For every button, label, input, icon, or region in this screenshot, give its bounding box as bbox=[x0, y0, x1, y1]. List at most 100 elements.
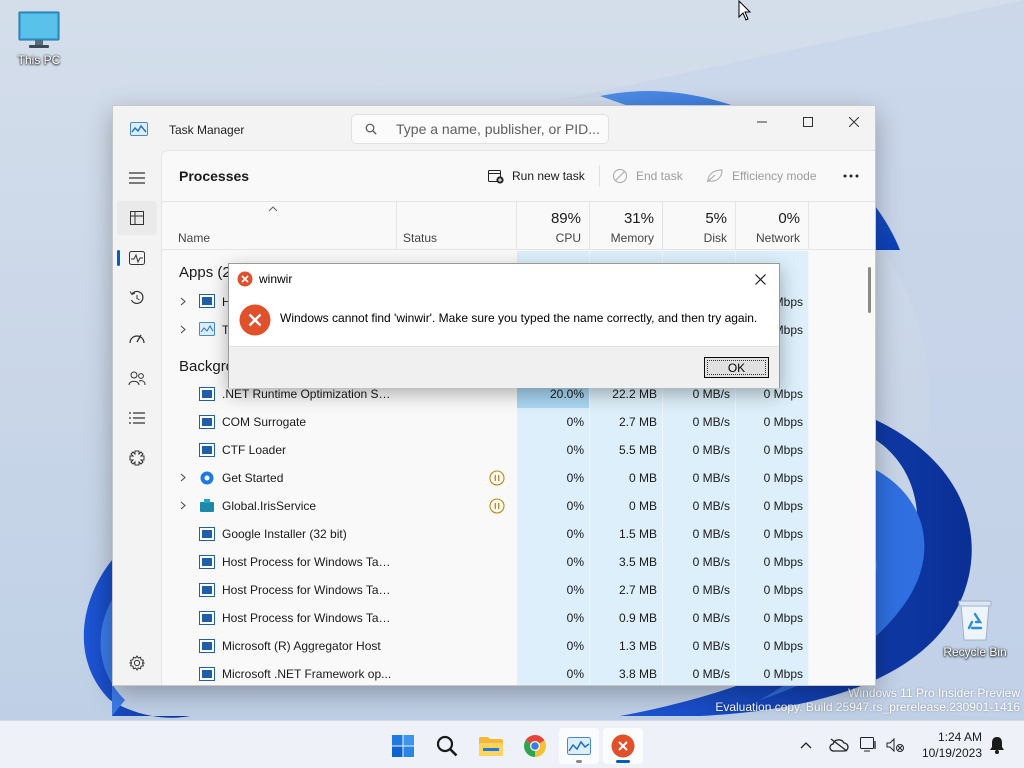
column-network-label: Network bbox=[755, 231, 800, 245]
settings-icon bbox=[129, 655, 145, 671]
onedrive-tray[interactable] bbox=[827, 733, 851, 757]
run-new-task-button[interactable]: Run new task bbox=[488, 165, 585, 187]
process-row[interactable]: Host Process for Windows Tasks 0% 2.7 MB 0 … bbox=[162, 576, 862, 604]
column-network[interactable]: 0% Network bbox=[736, 202, 809, 250]
process-cpu: 0% bbox=[566, 443, 584, 457]
process-cpu: 0% bbox=[566, 527, 584, 541]
minimize-button[interactable] bbox=[739, 106, 785, 138]
process-name: Google Installer (32 bit) bbox=[222, 527, 347, 541]
chevron-right-icon[interactable] bbox=[180, 325, 186, 334]
column-name[interactable]: Name bbox=[162, 202, 397, 250]
close-icon bbox=[849, 117, 859, 127]
desktop-icon-recycle-bin[interactable]: Recycle Bin bbox=[937, 598, 1013, 659]
column-headers: Name Status 89% CPU 31% Memory 5% Disk 0… bbox=[162, 201, 875, 250]
show-hidden-icons-button[interactable] bbox=[794, 733, 818, 757]
process-row[interactable]: Microsoft .NET Framework op... 0% 3.8 MB 0 … bbox=[162, 660, 862, 685]
column-disk[interactable]: 5% Disk bbox=[663, 202, 736, 250]
error-large-icon bbox=[239, 304, 271, 336]
process-memory: 5.5 MB bbox=[618, 443, 657, 457]
close-button[interactable] bbox=[831, 106, 875, 138]
desktop-icon-label: This PC bbox=[17, 53, 61, 67]
nav-details[interactable] bbox=[117, 401, 157, 435]
nav-services[interactable] bbox=[117, 441, 157, 475]
process-cpu: 0% bbox=[566, 471, 584, 485]
cloud-offline-icon bbox=[829, 738, 849, 752]
process-name: Host Process for Windows Tasks bbox=[222, 611, 394, 625]
start-button[interactable] bbox=[383, 728, 423, 764]
dialog-title-bar[interactable]: winwir bbox=[229, 264, 779, 294]
app-history-icon bbox=[129, 290, 144, 304]
nav-users[interactable] bbox=[117, 361, 157, 395]
service-window-icon bbox=[199, 639, 215, 653]
volume-tray[interactable] bbox=[884, 733, 908, 757]
more-options-button[interactable] bbox=[838, 166, 864, 186]
taskbar-error-dialog[interactable] bbox=[603, 728, 643, 764]
efficiency-mode-button[interactable]: Efficiency mode bbox=[706, 165, 817, 187]
taskbar-task-manager[interactable] bbox=[559, 728, 599, 764]
dialog-message: Windows cannot find 'winwir'. Make sure … bbox=[280, 311, 758, 325]
service-window-icon bbox=[199, 611, 215, 625]
network-tray[interactable] bbox=[858, 733, 882, 757]
taskbar-chrome[interactable] bbox=[515, 728, 555, 764]
column-disk-label: Disk bbox=[703, 231, 727, 245]
paused-status-icon bbox=[489, 498, 505, 514]
desktop-icon-this-pc[interactable]: This PC bbox=[1, 10, 77, 67]
hamburger-menu-button[interactable] bbox=[117, 161, 157, 195]
service-window-icon bbox=[199, 667, 215, 681]
service-window-icon bbox=[199, 527, 215, 541]
column-cpu[interactable]: 89% CPU bbox=[517, 202, 590, 250]
process-name: Microsoft .NET Framework op... bbox=[222, 667, 392, 681]
title-bar[interactable]: Task Manager bbox=[113, 106, 875, 150]
process-memory: 2.7 MB bbox=[618, 415, 657, 429]
nav-startup-apps[interactable] bbox=[117, 321, 157, 355]
ok-button[interactable]: OK bbox=[704, 357, 769, 378]
app-window-icon bbox=[199, 294, 215, 308]
process-name: COM Surrogate bbox=[222, 415, 307, 429]
process-network: 0 Mbps bbox=[763, 499, 803, 513]
task-manager-icon bbox=[567, 737, 591, 755]
chevron-right-icon[interactable] bbox=[180, 501, 186, 510]
nav-processes[interactable] bbox=[117, 201, 157, 235]
page-title: Processes bbox=[179, 168, 250, 184]
scroll-thumb[interactable] bbox=[868, 267, 871, 313]
process-disk: 0 MB/s bbox=[692, 499, 730, 513]
column-memory[interactable]: 31% Memory bbox=[590, 202, 663, 250]
process-row[interactable]: Host Process for Windows Tasks 0% 0.9 MB 0 … bbox=[162, 604, 862, 632]
column-status[interactable]: Status bbox=[397, 202, 517, 250]
taskbar-file-explorer[interactable] bbox=[471, 728, 511, 764]
process-cpu: 0% bbox=[566, 667, 584, 681]
efficiency-mode-icon bbox=[706, 169, 723, 183]
process-row[interactable]: Host Process for Windows Tasks 0% 3.5 MB 0 … bbox=[162, 548, 862, 576]
task-manager-icon bbox=[130, 122, 148, 136]
dialog-close-button[interactable] bbox=[745, 266, 775, 292]
maximize-button[interactable] bbox=[785, 106, 831, 138]
process-row[interactable]: Google Installer (32 bit) 0% 1.5 MB 0 MB/s 0… bbox=[162, 520, 862, 548]
task-manager-icon bbox=[199, 322, 215, 336]
process-row[interactable]: CTF Loader 0% 5.5 MB 0 MB/s 0 Mbps bbox=[162, 436, 862, 464]
process-row[interactable]: Global.IrisService 0% 0 MB 0 MB/s 0 Mbps bbox=[162, 492, 862, 520]
watermark-edition: Windows 11 Pro Insider Preview bbox=[848, 686, 1020, 700]
process-cpu: 0% bbox=[566, 639, 584, 653]
users-icon bbox=[128, 371, 146, 386]
chevron-right-icon[interactable] bbox=[180, 297, 186, 306]
end-task-button[interactable]: End task bbox=[612, 165, 683, 187]
process-cpu: 0% bbox=[566, 583, 584, 597]
process-row[interactable]: COM Surrogate 0% 2.7 MB 0 MB/s 0 Mbps bbox=[162, 408, 862, 436]
taskbar-search-button[interactable] bbox=[427, 728, 467, 764]
notifications-button[interactable] bbox=[985, 733, 1009, 757]
service-window-icon bbox=[199, 387, 215, 401]
process-row[interactable]: Get Started 0% 0 MB 0 MB/s 0 Mbps bbox=[162, 464, 862, 492]
nav-performance[interactable] bbox=[117, 241, 157, 275]
process-network: 0 Mbps bbox=[763, 611, 803, 625]
nav-app-history[interactable] bbox=[117, 281, 157, 315]
process-row[interactable]: Microsoft (R) Aggregator Host 0% 1.3 MB 0 M… bbox=[162, 632, 862, 660]
clock[interactable]: 1:24 AM 10/19/2023 bbox=[914, 729, 982, 761]
scrollbar[interactable] bbox=[865, 251, 875, 685]
search-input[interactable] bbox=[396, 120, 601, 138]
search-box[interactable] bbox=[351, 114, 609, 144]
nav-settings[interactable] bbox=[117, 646, 157, 680]
startup-apps-icon bbox=[129, 334, 145, 344]
process-network: 0 Mbps bbox=[763, 583, 803, 597]
chevron-right-icon[interactable] bbox=[180, 473, 186, 482]
process-memory: 0 MB bbox=[628, 499, 657, 513]
